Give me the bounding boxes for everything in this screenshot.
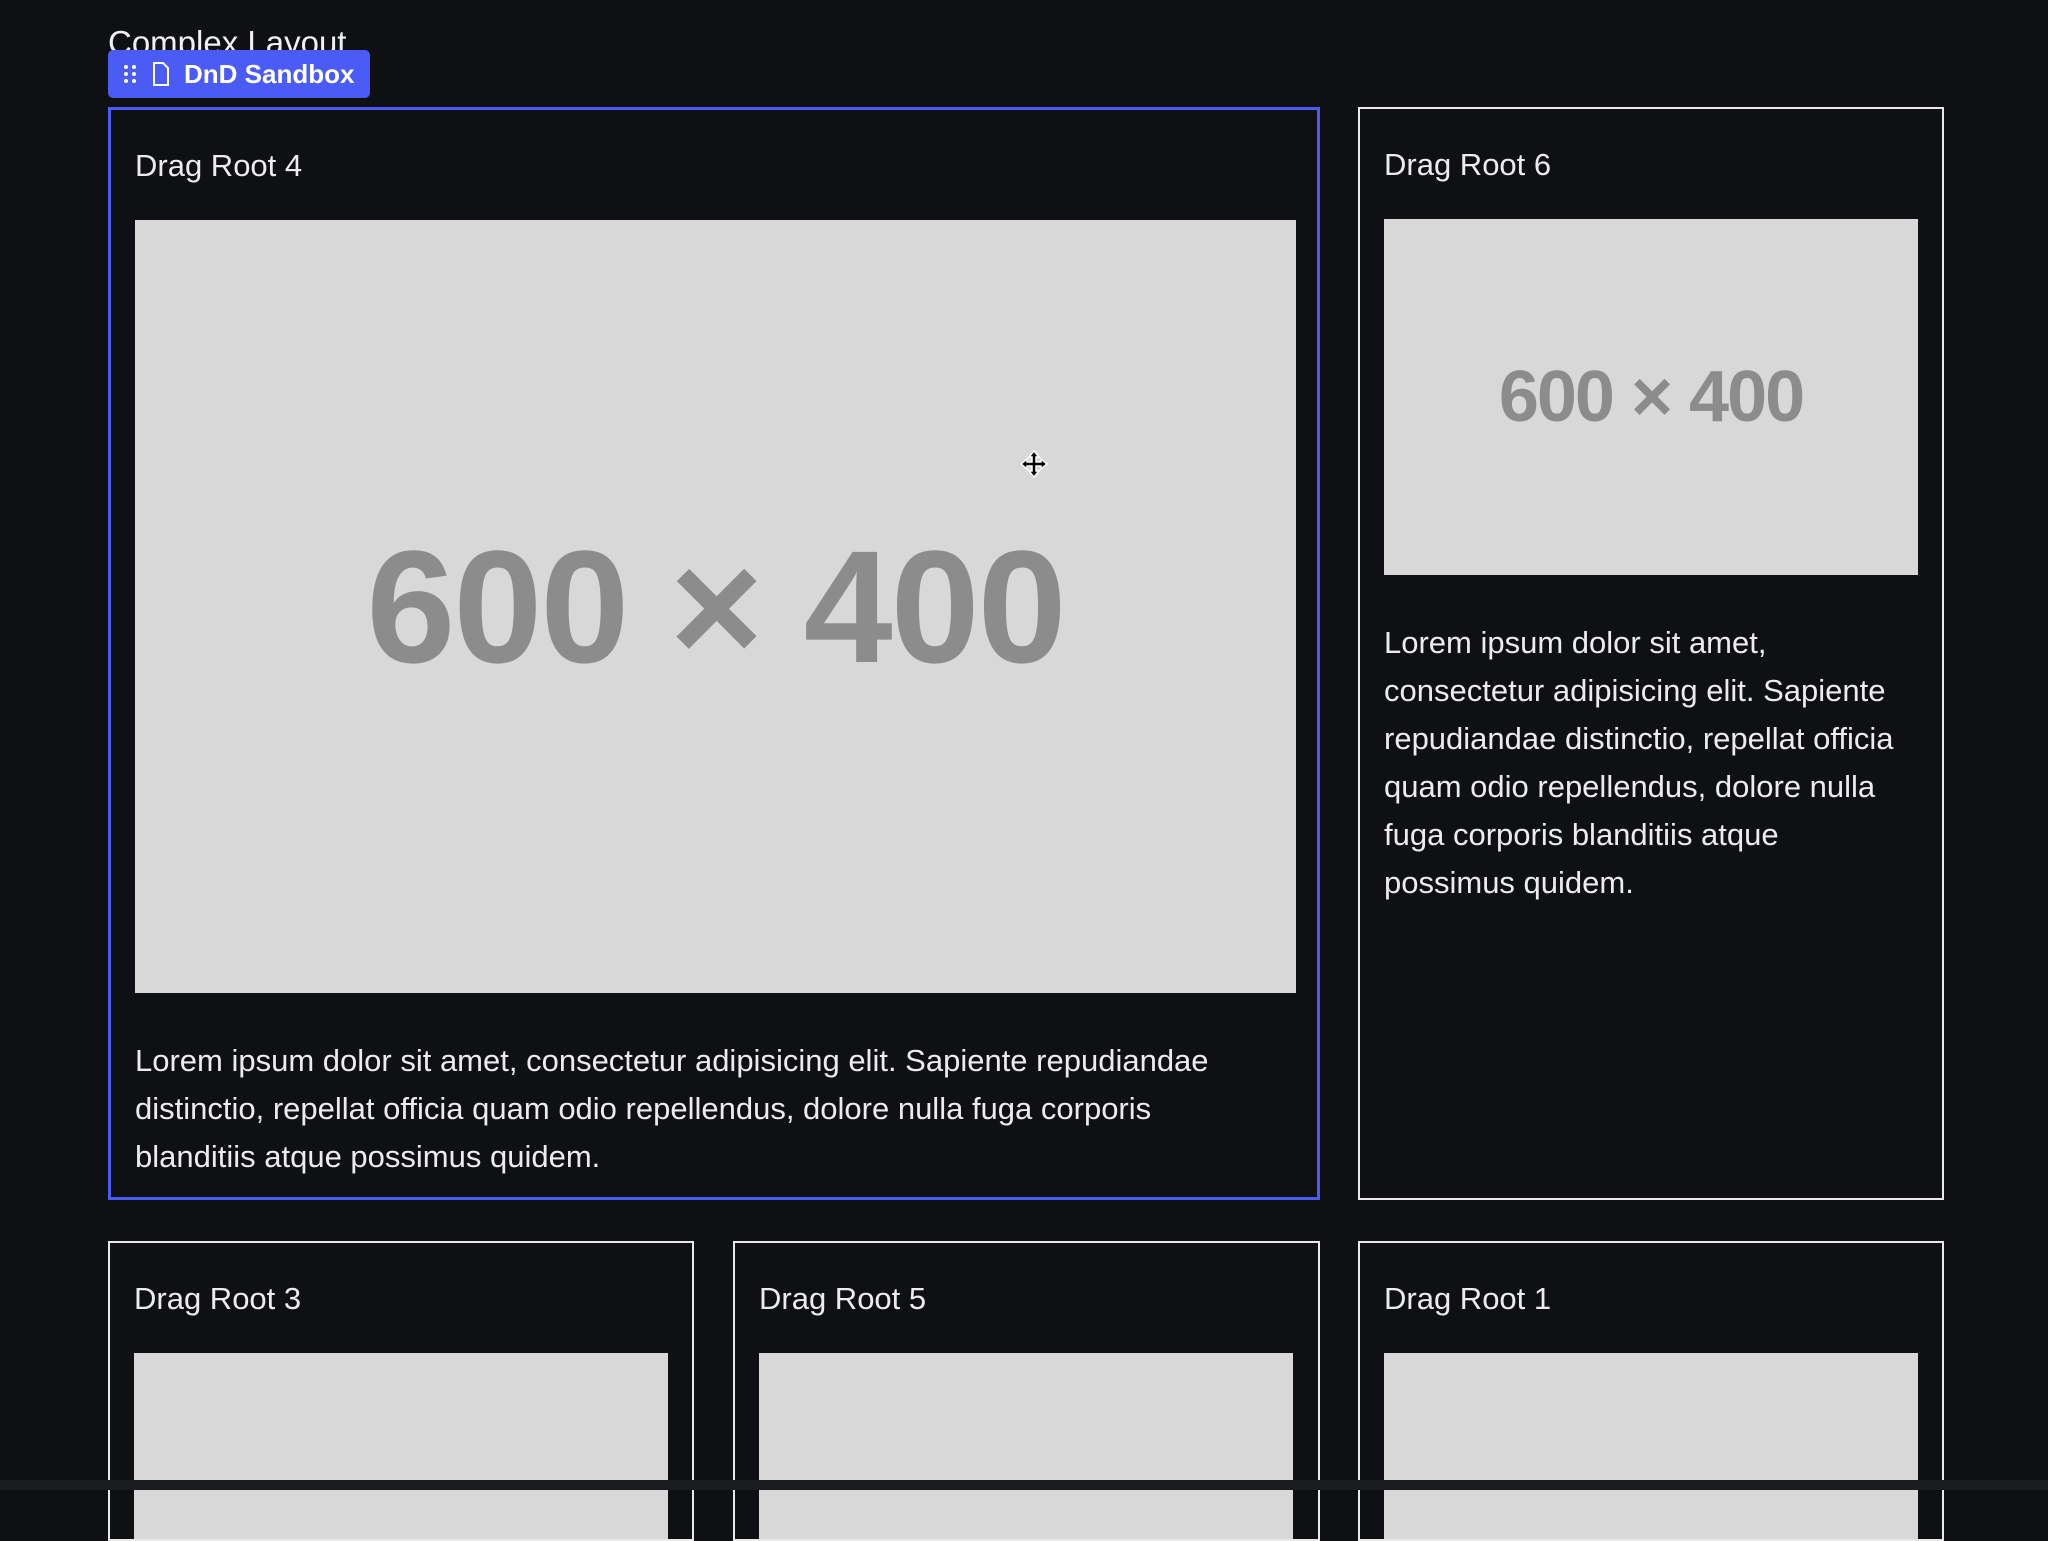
- card-title: Drag Root 5: [759, 1281, 927, 1316]
- dnd-sandbox-tag[interactable]: DnD Sandbox: [108, 50, 371, 98]
- card-drag-root-3[interactable]: Drag Root 3: [108, 1241, 694, 1541]
- placeholder-image: [1384, 1353, 1918, 1539]
- card-drag-root-1[interactable]: Drag Root 1: [1358, 1241, 1944, 1541]
- placeholder-image: [759, 1353, 1293, 1539]
- card-title: Drag Root 6: [1384, 147, 1552, 182]
- card-drag-root-5[interactable]: Drag Root 5: [733, 1241, 1320, 1541]
- sandbox-tag-label: DnD Sandbox: [184, 58, 355, 89]
- placeholder-image: [134, 1353, 668, 1539]
- placeholder-image: 600 × 400: [1384, 219, 1918, 575]
- card-title: Drag Root 1: [1384, 1281, 1552, 1316]
- placeholder-label: 600 × 400: [366, 516, 1066, 696]
- placeholder-label: 600 × 400: [1498, 357, 1805, 437]
- card-title: Drag Root 4: [135, 148, 303, 183]
- card-text: Lorem ipsum dolor sit amet, consectetur …: [135, 1043, 1209, 1174]
- card-text: Lorem ipsum dolor sit amet, consectetur …: [1384, 625, 1894, 900]
- placeholder-image: 600 × 400: [135, 220, 1296, 993]
- card-drag-root-4[interactable]: Drag Root 4 600 × 400 Lorem ipsum dolor …: [108, 107, 1320, 1200]
- page-title: Complex Layout: [108, 24, 347, 52]
- document-icon: [153, 62, 169, 86]
- drag-handle-icon[interactable]: [122, 63, 138, 85]
- card-title: Drag Root 3: [134, 1281, 302, 1316]
- bottom-strip: [0, 1480, 2048, 1490]
- card-drag-root-6[interactable]: Drag Root 6 600 × 400 Lorem ipsum dolor …: [1358, 107, 1944, 1200]
- move-cursor-icon: [1020, 450, 1048, 478]
